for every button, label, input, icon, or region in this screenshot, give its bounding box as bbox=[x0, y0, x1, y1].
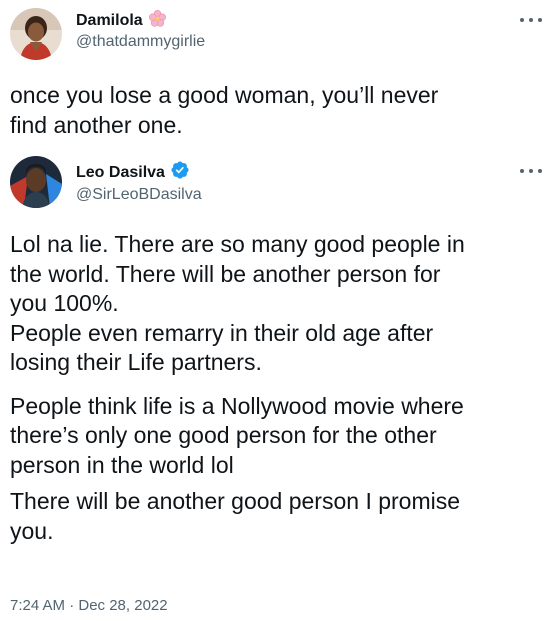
display-name-row: Leo Dasilva bbox=[76, 160, 190, 185]
handle[interactable]: @SirLeoBDasilva bbox=[76, 186, 202, 204]
tweet-timestamp[interactable]: 7:24 AM · Dec 28, 2022 bbox=[10, 597, 168, 614]
verified-badge-icon bbox=[170, 160, 190, 185]
text-line: Lol na lie. There are so many good peopl… bbox=[10, 231, 465, 257]
tweet-leo-dasilva: Leo Dasilva @SirLeoBDasilva Lol na lie. … bbox=[0, 0, 560, 621]
display-name[interactable]: Leo Dasilva bbox=[76, 164, 165, 182]
text-line: People think life is a Nollywood movie w… bbox=[10, 392, 464, 419]
avatar-leo-dasilva[interactable] bbox=[10, 156, 62, 208]
text-line: People even remarry in their old age aft… bbox=[10, 319, 434, 346]
text-line: there’s only one good person for the oth… bbox=[10, 422, 437, 448]
avatar-leo-image bbox=[10, 156, 62, 208]
text-line: losing their Life partners. bbox=[10, 349, 262, 375]
tweet-paragraph: People think life is a Nollywood movie w… bbox=[10, 392, 550, 481]
text-line: There will be another good person I prom… bbox=[10, 488, 461, 514]
text-line: person in the world lol bbox=[10, 451, 234, 478]
more-options-icon[interactable] bbox=[520, 164, 542, 178]
text-line: you 100%. bbox=[10, 290, 119, 316]
text-line: you. bbox=[10, 517, 54, 544]
tweet-paragraph: Lol na lie. There are so many good peopl… bbox=[10, 230, 550, 378]
text-line: the world. There will be another person … bbox=[10, 260, 441, 287]
tweet-text: Lol na lie. There are so many good peopl… bbox=[10, 230, 550, 546]
tweet-paragraph: There will be another good person I prom… bbox=[10, 487, 550, 546]
